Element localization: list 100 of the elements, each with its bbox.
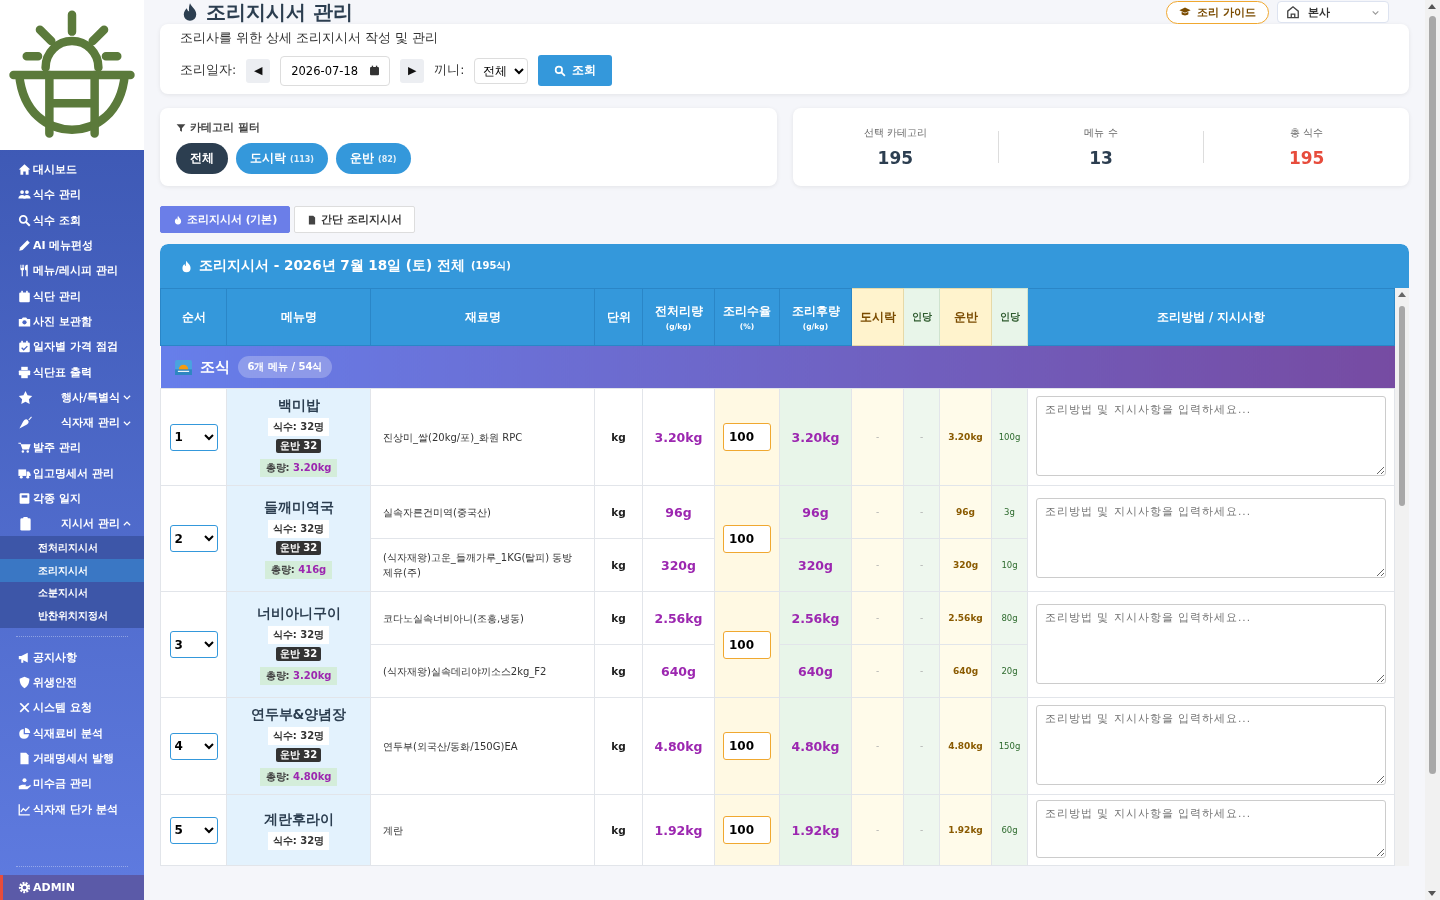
meal-select[interactable]: 전체 bbox=[474, 57, 529, 84]
sheet-title: 조리지시서 - 2026년 7월 18일 (토) 전체 bbox=[199, 257, 465, 275]
raw-weight: 1.92kg bbox=[642, 794, 715, 866]
ingredient-name: (식자재왕)실속데리야끼소스2kg_F2 bbox=[370, 644, 595, 698]
instruction-field[interactable]: 조리방법 및 지시사항을 입력하세요... bbox=[1036, 396, 1386, 476]
order-select[interactable]: 3 bbox=[169, 631, 218, 658]
lunchbox-amount: - bbox=[851, 697, 904, 795]
bulk-per-person: 10g bbox=[991, 538, 1028, 592]
lunchbox-amount: - bbox=[851, 644, 904, 698]
instruction-field[interactable]: 조리방법 및 지시사항을 입력하세요... bbox=[1036, 497, 1386, 578]
camera-icon bbox=[18, 314, 31, 328]
sidebar-subitem[interactable]: 소분지시서 bbox=[0, 582, 144, 605]
lunchbox-per-person: - bbox=[903, 485, 940, 539]
sidebar-item[interactable]: 사진 보관함 bbox=[0, 308, 144, 335]
sidebar-item[interactable]: 미수금 관리 bbox=[0, 771, 144, 797]
yield-input[interactable]: 100 bbox=[723, 816, 771, 844]
sidebar-item[interactable]: 식재료비 분석 bbox=[0, 720, 144, 746]
sidebar-item[interactable]: 공지사항 bbox=[0, 644, 144, 670]
raw-weight: 4.80kg bbox=[642, 697, 715, 795]
order-select[interactable]: 4 bbox=[169, 732, 218, 760]
date-field[interactable]: 2026-07-18 bbox=[280, 55, 391, 86]
sidebar-subitem[interactable]: 전처리지시서 bbox=[0, 536, 144, 560]
shield-icon bbox=[18, 676, 31, 690]
sidebar-item[interactable]: 대시보드 bbox=[0, 157, 144, 183]
order-select[interactable]: 2 bbox=[169, 525, 218, 552]
serving-count: 식수: 32명 bbox=[267, 519, 330, 538]
view-tab[interactable]: 조리지시서 (기본) bbox=[160, 206, 291, 233]
sidebar-subitem[interactable]: 반찬위치지정서 bbox=[0, 604, 144, 628]
cart-icon bbox=[18, 441, 31, 455]
sidebar-item[interactable]: 시스템 요청 bbox=[0, 695, 144, 721]
sidebar-item[interactable]: 식단 관리 bbox=[0, 283, 144, 309]
sidebar-item[interactable]: 입고명세서 관리 bbox=[0, 460, 144, 486]
admin-menu[interactable]: ADMIN bbox=[0, 875, 144, 900]
page-subtitle: 조리사를 위한 상세 조리지시서 작성 및 관리 bbox=[180, 30, 439, 47]
sidebar-item[interactable]: 식단표 출력 bbox=[0, 359, 144, 385]
sidebar-item[interactable]: 발주 관리 bbox=[0, 435, 144, 461]
instruction-field[interactable]: 조리방법 및 지시사항을 입력하세요... bbox=[1036, 800, 1386, 858]
notebook-icon bbox=[18, 492, 31, 505]
order-select[interactable]: 1 bbox=[169, 423, 218, 451]
stat-value: 195 bbox=[1288, 148, 1325, 168]
previous-day-button[interactable]: ◀ bbox=[246, 58, 271, 83]
category-chip[interactable]: 도시락 (113) bbox=[236, 143, 329, 174]
next-day-button[interactable]: ▶ bbox=[400, 58, 425, 83]
category-chip[interactable]: 전체 bbox=[176, 143, 228, 174]
search-icon bbox=[18, 213, 31, 227]
lunchbox-per-person: - bbox=[903, 697, 940, 795]
view-tab[interactable]: 간단 조리지시서 bbox=[294, 206, 415, 233]
instruction-field[interactable]: 조리방법 및 지시사항을 입력하세요... bbox=[1036, 705, 1386, 785]
filter-icon bbox=[176, 122, 186, 133]
ingredient-name: 코다노실속너비아니(조흥,냉동) bbox=[370, 591, 595, 645]
megaphone-icon bbox=[18, 650, 31, 664]
order-select[interactable]: 5 bbox=[169, 816, 218, 844]
instruction-field[interactable]: 조리방법 및 지시사항을 입력하세요... bbox=[1036, 603, 1386, 684]
sidebar-item[interactable]: AI 메뉴편성 bbox=[0, 232, 144, 259]
sidebar-item[interactable]: 위생안전 bbox=[0, 669, 144, 696]
guide-button[interactable]: 조리 가이드 bbox=[1166, 0, 1269, 24]
sidebar-item[interactable]: 메뉴/레시피 관리 bbox=[0, 258, 144, 284]
sidebar-item[interactable]: 식자재 단가 분석 bbox=[0, 796, 144, 822]
search-icon bbox=[554, 64, 567, 77]
raw-weight: 96g bbox=[642, 485, 715, 539]
bulk-per-person: 60g bbox=[991, 794, 1028, 866]
yield-input[interactable]: 100 bbox=[723, 732, 771, 760]
column-header: 인당 bbox=[903, 288, 940, 346]
lunchbox-amount: - bbox=[851, 388, 904, 486]
scrollbar[interactable] bbox=[1395, 288, 1409, 866]
search-button[interactable]: 조회 bbox=[538, 55, 613, 86]
sidebar-item[interactable]: 식수 조회 bbox=[0, 207, 144, 233]
stat-label: 메뉴 수 bbox=[1084, 126, 1118, 140]
bulk-per-person: 80g bbox=[991, 591, 1028, 645]
sidebar-subitem[interactable]: 조리지시서 bbox=[0, 559, 144, 583]
cooked-weight: 4.80kg bbox=[779, 697, 852, 795]
column-header: 순서 bbox=[160, 288, 227, 346]
pencil-icon bbox=[18, 239, 31, 253]
unit-label: kg bbox=[594, 538, 643, 592]
sidebar-item[interactable]: 일자별 가격 점검 bbox=[0, 334, 144, 360]
stat-value: 195 bbox=[877, 148, 914, 168]
lunchbox-per-person: - bbox=[903, 388, 940, 486]
yield-input[interactable]: 100 bbox=[723, 423, 771, 451]
yield-input[interactable]: 100 bbox=[723, 524, 771, 553]
sidebar-item[interactable]: 식수 관리 bbox=[0, 182, 144, 208]
sidebar-group[interactable]: 지시서 관리 bbox=[0, 511, 144, 537]
home-icon bbox=[18, 163, 31, 177]
bulk-amount: 2.56kg bbox=[939, 591, 992, 645]
total-amount: 총량: 3.20kg bbox=[259, 459, 338, 477]
sidebar-group[interactable]: 행사/특별식 bbox=[0, 384, 144, 410]
bulk-amount: 320g bbox=[939, 538, 992, 592]
filter-title: 카테고리 필터 bbox=[176, 120, 761, 135]
site-select[interactable]: 본사 bbox=[1277, 1, 1389, 23]
delivery-badge: 운반 32 bbox=[275, 646, 322, 661]
cooked-weight: 640g bbox=[779, 644, 852, 698]
delivery-badge: 운반 32 bbox=[275, 748, 322, 762]
sidebar-item[interactable]: 각종 일지 bbox=[0, 485, 144, 512]
sidebar-item[interactable]: 거래명세서 발행 bbox=[0, 745, 144, 772]
flame-icon bbox=[173, 214, 183, 225]
scrollbar[interactable] bbox=[1425, 0, 1440, 900]
yield-input[interactable]: 100 bbox=[723, 630, 771, 659]
sidebar-group[interactable]: 식자재 관리 bbox=[0, 409, 144, 436]
category-chip[interactable]: 운반 (82) bbox=[336, 143, 411, 174]
serving-count: 식수: 32명 bbox=[267, 727, 330, 745]
stat-label: 선택 카테고리 bbox=[863, 126, 927, 140]
